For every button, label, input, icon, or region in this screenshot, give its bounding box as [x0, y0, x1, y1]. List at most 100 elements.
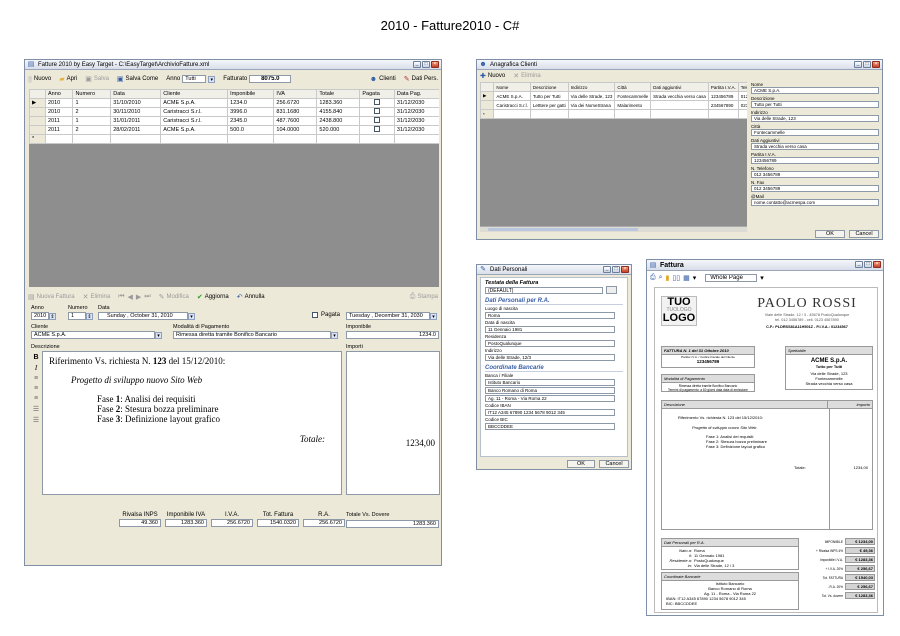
table-row[interactable]: Caristracci S.r.l. Letttere per gatti Via …: [480, 100, 747, 110]
column-header[interactable]: Cliente: [160, 89, 229, 99]
table-cell[interactable]: Caristracci S.r.l.: [160, 116, 229, 126]
table-row[interactable]: ▶ ACME S.p.A. Tutto per Tutti Via delle Str…: [480, 91, 747, 101]
chevron-down-icon[interactable]: ▾: [331, 331, 338, 339]
table-cell[interactable]: 4155.840: [316, 107, 361, 117]
new-row[interactable]: *: [480, 109, 747, 119]
table-cell[interactable]: Malarimento: [614, 100, 652, 110]
column-header[interactable]: Anno: [44, 89, 74, 99]
cancel-button[interactable]: Cancel: [849, 230, 879, 238]
table-cell[interactable]: Via dei NomeStrana: [567, 100, 616, 110]
table-row[interactable]: 2011 2 28/02/2011 ACME S.p.A. 500.0 104.0000 5…: [29, 125, 439, 135]
stepper-icon[interactable]: ⇕: [86, 312, 93, 320]
table-cell[interactable]: 2345.0: [227, 116, 275, 126]
row-selector[interactable]: [29, 125, 46, 135]
paid-check[interactable]: [312, 312, 318, 318]
close-button[interactable]: ×: [873, 261, 881, 268]
horizontal-scrollbar[interactable]: [480, 226, 747, 232]
table-cell[interactable]: 30/11/2010: [110, 107, 162, 117]
open-file-button[interactable]: ▰ Apri: [59, 75, 77, 83]
table-cell[interactable]: 256.6720: [273, 98, 318, 108]
new-client-button[interactable]: ✚ Nuovo: [480, 72, 505, 80]
table-cell[interactable]: 2438.800: [316, 116, 361, 126]
taxable-field[interactable]: 1234.0: [346, 331, 439, 339]
personal-field-input[interactable]: Roma: [485, 312, 615, 319]
table-cell[interactable]: 487.7600: [273, 116, 318, 126]
client-field-input[interactable]: Via delle Strade, 123: [751, 115, 879, 122]
table-cell[interactable]: [273, 134, 318, 144]
column-header[interactable]: Tele: [737, 82, 747, 92]
table-cell[interactable]: 2: [72, 125, 112, 135]
table-cell[interactable]: 012: [737, 91, 747, 101]
row-selector[interactable]: ▶: [29, 98, 46, 108]
client-select[interactable]: ACME S.p.A. ▾: [31, 331, 162, 339]
paid-check[interactable]: [374, 99, 381, 105]
table-cell[interactable]: 28/02/2011: [110, 125, 162, 135]
close-button[interactable]: ×: [872, 61, 880, 68]
table-cell[interactable]: 1234.0: [227, 98, 275, 108]
bold-icon[interactable]: B: [33, 354, 38, 361]
chevron-down-icon[interactable]: ▾: [208, 75, 216, 83]
maximize-button[interactable]: □: [864, 261, 872, 268]
table-row[interactable]: 2011 1 31/01/2011 Caristracci S.r.l. 2345.0 4…: [29, 116, 439, 126]
single-page-icon[interactable]: ▮: [666, 274, 670, 282]
cancel-edit-button[interactable]: ↶ Annulla: [237, 293, 265, 301]
table-row[interactable]: ▶ 2010 1 31/10/2010 ACME S.p.A. 1234.0 256.672…: [29, 98, 439, 108]
table-cell[interactable]: ACME S.p.A.: [160, 98, 229, 108]
column-header[interactable]: Numero: [72, 89, 112, 99]
column-header[interactable]: Pagata: [359, 89, 395, 99]
table-cell[interactable]: 3996.0: [227, 107, 275, 117]
client-field-input[interactable]: 123456789: [751, 157, 879, 164]
table-cell[interactable]: [359, 107, 395, 117]
save-as-button[interactable]: ▣ Salva Come: [117, 75, 158, 83]
header-template-value[interactable]: (DEFAULT): [485, 286, 603, 294]
chevron-down-icon[interactable]: ▾: [760, 274, 764, 282]
table-cell[interactable]: 023: [737, 100, 747, 110]
column-header[interactable]: Totale: [316, 89, 361, 99]
paid-check[interactable]: [374, 108, 381, 114]
personal-field-input[interactable]: IT12 A345 67890 1234 5678 9012 345: [485, 409, 615, 416]
client-field-input[interactable]: Fontecammelle: [751, 129, 879, 136]
table-cell[interactable]: [393, 134, 439, 144]
table-cell[interactable]: [72, 134, 112, 144]
table-cell[interactable]: 31/12/2030: [393, 116, 439, 126]
client-field-input[interactable]: 012 3456789: [751, 185, 879, 192]
table-cell[interactable]: [110, 134, 162, 144]
minimize-button[interactable]: _: [854, 61, 862, 68]
nav-next-button[interactable]: ▶: [136, 293, 141, 301]
modify-button[interactable]: ✎ Modifica: [159, 293, 189, 301]
column-header[interactable]: Partita I.V.A.: [707, 82, 739, 92]
table-cell[interactable]: [227, 134, 275, 144]
client-field-input[interactable]: ACME S.p.A.: [751, 87, 879, 94]
column-header[interactable]: Data: [110, 89, 162, 99]
chevron-down-icon[interactable]: ▾: [188, 312, 195, 320]
indent-icon[interactable]: ☰: [33, 416, 39, 424]
table-cell[interactable]: Tutto per Tutti: [529, 91, 569, 101]
ok-button[interactable]: OK: [815, 230, 845, 238]
column-header[interactable]: Città: [614, 82, 652, 92]
table-cell[interactable]: Fontecammelle: [614, 91, 652, 101]
personal-field-input[interactable]: Via delle Strade, 12/3: [485, 354, 615, 361]
column-header[interactable]: Indirizzo: [567, 82, 616, 92]
table-cell[interactable]: 31/12/2030: [393, 98, 439, 108]
table-cell[interactable]: 1: [72, 116, 112, 126]
scrollbar-thumb[interactable]: [488, 228, 638, 231]
table-cell[interactable]: Via delle Strade, 123: [567, 91, 616, 101]
date-picker[interactable]: Sunday , October 31, 2010 ▾: [98, 312, 195, 320]
table-cell[interactable]: [359, 116, 395, 126]
table-cell[interactable]: [567, 109, 616, 119]
column-header[interactable]: Imponibile: [227, 89, 275, 99]
table-cell[interactable]: 2: [72, 107, 112, 117]
table-cell[interactable]: 520.000: [316, 125, 361, 135]
table-cell[interactable]: [493, 109, 531, 119]
chevron-down-icon[interactable]: ▾: [430, 312, 437, 320]
table-cell[interactable]: 2010: [44, 98, 74, 108]
amounts-editor[interactable]: 1234,00: [346, 351, 440, 495]
save-button[interactable]: ▣ Salva: [85, 75, 109, 83]
table-row[interactable]: 2010 2 30/11/2010 Caristracci S.r.l. 3996.0 8…: [29, 107, 439, 117]
two-page-icon[interactable]: ▯▯: [672, 274, 680, 282]
italic-icon[interactable]: I: [35, 364, 37, 372]
table-cell[interactable]: [359, 134, 395, 144]
align-left-icon[interactable]: ≡: [34, 375, 38, 382]
row-selector[interactable]: [480, 100, 495, 110]
paid-check[interactable]: [374, 117, 381, 123]
